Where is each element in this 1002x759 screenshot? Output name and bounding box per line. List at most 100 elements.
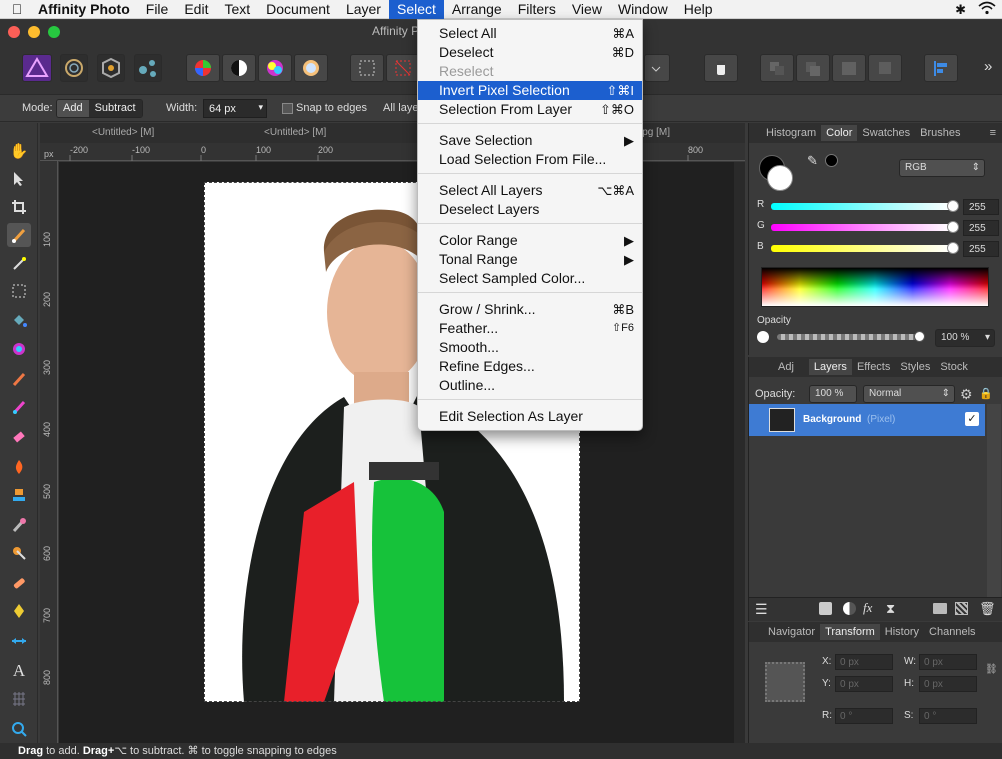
blemish-tool-icon[interactable]	[7, 513, 31, 537]
pen-tool-icon[interactable]	[7, 599, 31, 623]
menu-window[interactable]: Window	[610, 0, 676, 19]
color-replacement-tool-icon[interactable]	[7, 395, 31, 419]
menu-document[interactable]: Document	[258, 0, 338, 19]
gradient-tool-icon[interactable]	[7, 337, 31, 361]
menu-item-save-selection[interactable]: Save Selection ▶	[418, 131, 642, 150]
quick-mask-button[interactable]	[386, 54, 420, 82]
tab-layers[interactable]: Layers	[808, 359, 852, 375]
blue-slider[interactable]: B 255	[757, 241, 999, 257]
erase-tool-icon[interactable]	[7, 425, 31, 449]
move-tool-icon[interactable]	[7, 167, 31, 191]
tab-transform[interactable]: Transform	[820, 624, 880, 640]
red-value[interactable]: 255	[963, 199, 999, 215]
menu-item-deselect-layers[interactable]: Deselect Layers	[418, 200, 642, 219]
minimize-window-button[interactable]	[28, 26, 40, 38]
toolbar-dropdown[interactable]	[644, 54, 670, 82]
tab-effects[interactable]: Effects	[852, 359, 895, 375]
fx-icon[interactable]: fx	[863, 600, 872, 616]
marquee-mode-button[interactable]	[350, 54, 384, 82]
panel-menu-icon[interactable]: ≡	[990, 127, 1002, 139]
node-tool-icon[interactable]	[7, 629, 31, 653]
white-balance-button[interactable]	[294, 54, 328, 82]
snap-to-edges-checkbox[interactable]	[282, 103, 293, 114]
mode-add-button[interactable]: Add	[57, 100, 89, 117]
photo-persona-button[interactable]	[22, 54, 52, 82]
patch-tool-icon[interactable]	[7, 571, 31, 595]
color-spectrum[interactable]	[761, 267, 989, 307]
red-slider-knob[interactable]	[947, 200, 959, 212]
h-field[interactable]: 0 px	[919, 676, 977, 692]
hourglass-icon[interactable]: ⧗	[886, 601, 895, 617]
zoom-window-button[interactable]	[48, 26, 60, 38]
adjustment-layer-icon[interactable]	[843, 602, 856, 615]
menu-item-load-selection[interactable]: Load Selection From File...	[418, 150, 642, 169]
close-window-button[interactable]	[8, 26, 20, 38]
arrange-forward-button[interactable]	[832, 54, 866, 82]
layer-row-background[interactable]: Background (Pixel) ✓	[749, 404, 985, 436]
apple-menu-icon[interactable]: 	[0, 1, 34, 17]
menu-item-outline[interactable]: Outline...	[418, 376, 642, 395]
opacity-slider-track[interactable]	[777, 334, 917, 340]
menu-view[interactable]: View	[564, 0, 610, 19]
layer-opacity-dropdown[interactable]: 100 %	[809, 385, 857, 403]
layers-scrollbar[interactable]	[987, 404, 1001, 597]
menu-item-select-all[interactable]: Select All ⌘A	[418, 24, 642, 43]
lock-icon[interactable]: 🔒	[979, 387, 993, 400]
tab-channels[interactable]: Channels	[924, 624, 980, 640]
menu-filters[interactable]: Filters	[510, 0, 564, 19]
menu-item-select-all-layers[interactable]: Select All Layers ⌥⌘A	[418, 181, 642, 200]
contrast-button[interactable]	[222, 54, 256, 82]
tab-brushes[interactable]: Brushes	[915, 125, 965, 141]
hsl-button[interactable]	[258, 54, 292, 82]
tab-histogram[interactable]: Histogram	[761, 125, 821, 141]
mesh-warp-tool-icon[interactable]	[7, 687, 31, 711]
blue-slider-track[interactable]	[771, 245, 951, 252]
tab-color[interactable]: Color	[821, 125, 858, 141]
tab-stock[interactable]: Stock	[935, 359, 973, 375]
y-field[interactable]: 0 px	[835, 676, 893, 692]
blend-mode-dropdown[interactable]: Normal ⇕	[863, 385, 955, 403]
blue-value[interactable]: 255	[963, 241, 999, 257]
opacity-slider-knob[interactable]	[914, 331, 925, 342]
rotation-field[interactable]: 0 °	[835, 708, 893, 724]
arrange-front-button[interactable]	[868, 54, 902, 82]
align-button[interactable]	[924, 54, 958, 82]
menu-select[interactable]: Select	[388, 0, 444, 19]
fill-tool-icon[interactable]	[7, 309, 31, 333]
selection-brush-tool-icon[interactable]	[7, 223, 31, 247]
tab-swatches[interactable]: Swatches	[857, 125, 915, 141]
w-field[interactable]: 0 px	[919, 654, 977, 670]
new-layer-icon[interactable]	[955, 602, 968, 615]
marquee-tool-icon[interactable]	[7, 279, 31, 303]
menu-file[interactable]: File	[138, 0, 177, 19]
liquify-persona-button[interactable]	[60, 54, 88, 82]
green-slider[interactable]: G 255	[757, 220, 999, 236]
fill-stroke-swatch[interactable]	[759, 155, 795, 191]
smudge-tool-icon[interactable]	[7, 541, 31, 565]
menu-item-reselect[interactable]: Reselect	[418, 62, 642, 81]
folder-icon[interactable]	[933, 603, 947, 614]
toolbar-overflow-icon[interactable]: »	[984, 58, 992, 75]
green-slider-track[interactable]	[771, 224, 951, 231]
green-value[interactable]: 255	[963, 220, 999, 236]
mask-layer-icon[interactable]	[819, 602, 832, 615]
red-slider-track[interactable]	[771, 203, 951, 210]
green-slider-knob[interactable]	[947, 221, 959, 233]
blue-slider-knob[interactable]	[947, 242, 959, 254]
color-model-dropdown[interactable]: RGB ⇕	[899, 159, 985, 177]
tab-styles[interactable]: Styles	[895, 359, 935, 375]
menu-item-refine-edges[interactable]: Refine Edges...	[418, 357, 642, 376]
text-tool-icon[interactable]: A	[7, 659, 31, 683]
trash-icon[interactable]: 🗑	[979, 601, 996, 617]
gear-icon[interactable]: ⚙	[960, 386, 973, 403]
hand-tool-icon[interactable]: ✋	[7, 139, 31, 163]
menu-layer[interactable]: Layer	[338, 0, 389, 19]
menu-item-edit-selection-as-layer[interactable]: Edit Selection As Layer	[418, 407, 642, 426]
clone-tool-icon[interactable]	[7, 483, 31, 507]
app-menu[interactable]: Affinity Photo	[34, 0, 138, 19]
canvas-scrollbar[interactable]	[734, 162, 745, 743]
menu-help[interactable]: Help	[676, 0, 721, 19]
menu-item-deselect[interactable]: Deselect ⌘D	[418, 43, 642, 62]
export-persona-button[interactable]	[134, 54, 162, 82]
menu-item-color-range[interactable]: Color Range ▶	[418, 231, 642, 250]
